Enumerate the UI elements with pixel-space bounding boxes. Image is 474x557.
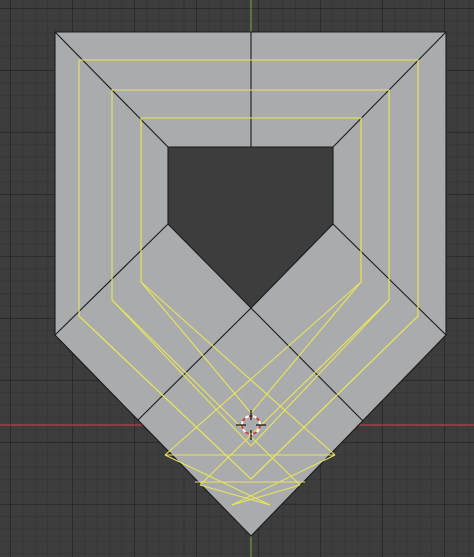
viewport-scene[interactable] — [0, 0, 474, 557]
3d-viewport[interactable] — [0, 0, 474, 557]
shield-mesh[interactable] — [54, 31, 447, 537]
